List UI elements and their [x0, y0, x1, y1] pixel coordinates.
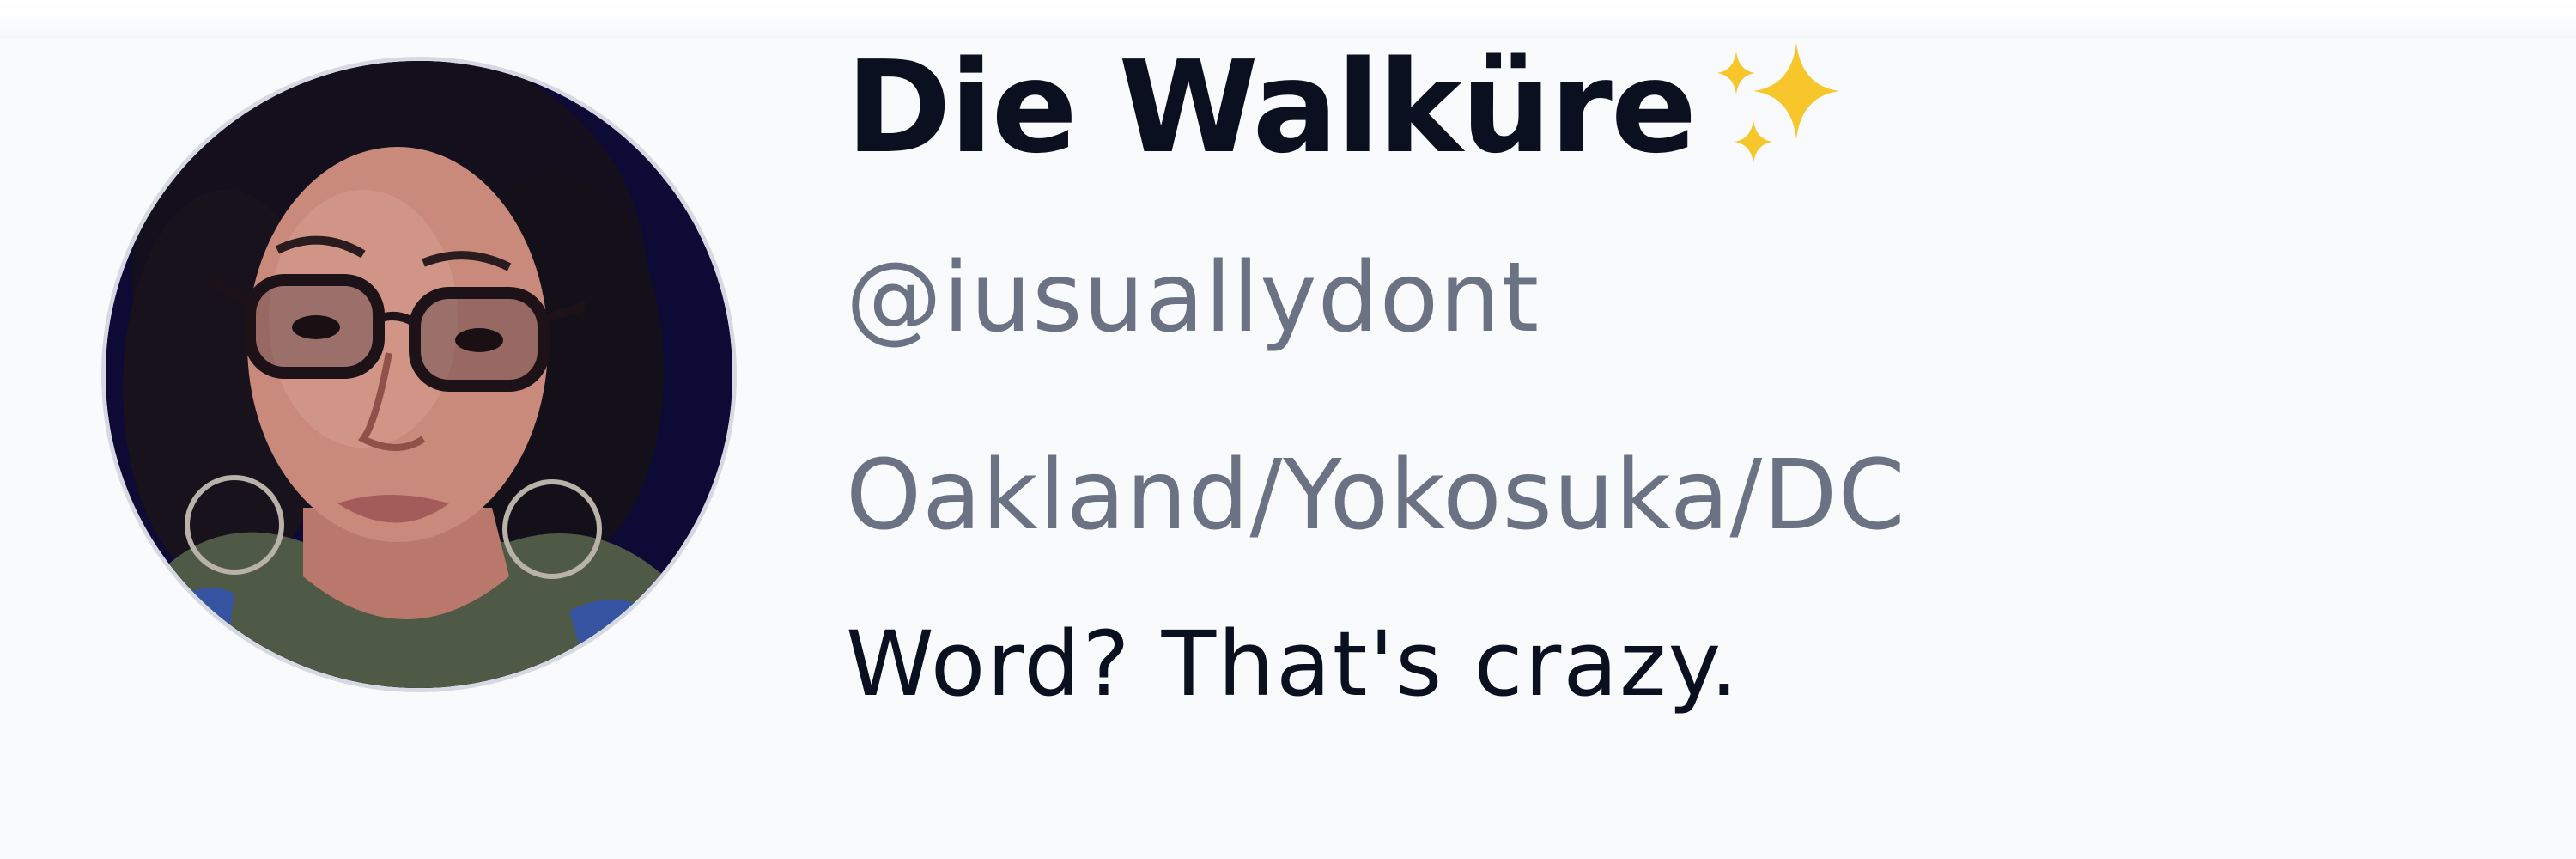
profile-card: Die Walküre @iusuallydont Oakland/Yokosu…	[0, 0, 2576, 859]
avatar[interactable]	[101, 57, 737, 692]
header-divider	[0, 0, 2576, 38]
display-name: Die Walküre	[846, 34, 1697, 181]
user-bio: Word? That's crazy.	[846, 612, 1741, 716]
user-handle[interactable]: @iusuallydont	[846, 242, 1540, 354]
sparkles-icon	[1717, 43, 1840, 163]
user-location: Oakland/Yokosuka/DC	[846, 440, 1906, 551]
avatar-photo	[106, 61, 732, 688]
display-name-row: Die Walküre	[846, 34, 1848, 181]
